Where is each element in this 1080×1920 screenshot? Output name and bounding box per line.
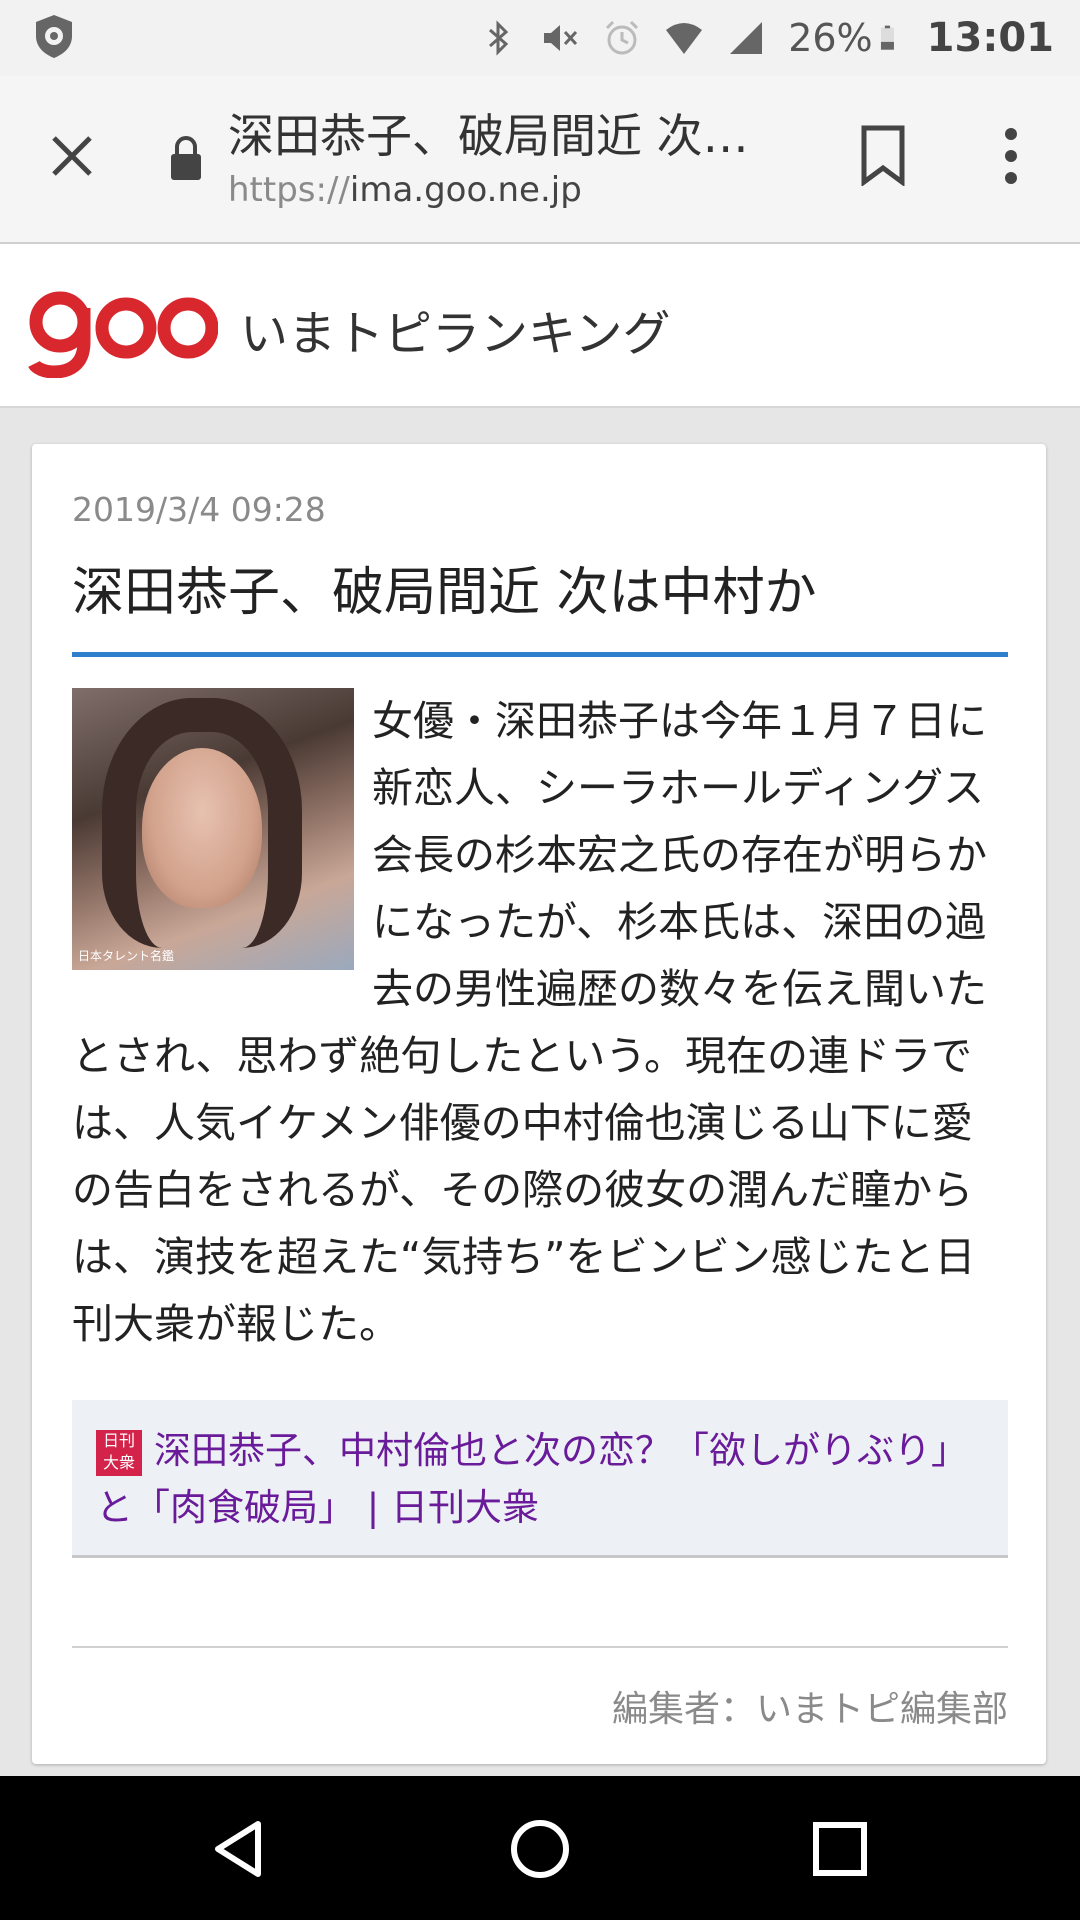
alarm-icon [606, 20, 639, 55]
signal-icon [730, 22, 763, 54]
lock-icon [171, 136, 201, 180]
site-header: いまトピランキング [0, 244, 1080, 408]
browser-toolbar: 深田恭子、破局間近 次… https://ima.goo.ne.jp [0, 76, 1080, 244]
site-title: いまトピランキング [240, 306, 671, 362]
close-icon[interactable] [44, 128, 100, 184]
article-body: 日本タレント名鑑 女優・深田恭子は今年１月７日に新恋人、シーラホールディングス会… [72, 688, 1008, 1358]
status-bar: 26% 13:01 [0, 0, 1080, 76]
goo-logo[interactable] [28, 280, 218, 378]
battery-percent: 26% [788, 16, 873, 60]
mute-icon [544, 25, 578, 51]
footer-divider [72, 1646, 1008, 1648]
home-icon[interactable] [505, 1814, 575, 1884]
url-text[interactable]: https://ima.goo.ne.jp [228, 170, 582, 210]
page-title[interactable]: 深田恭子、破局間近 次… [228, 100, 788, 166]
related-link[interactable]: 深田恭子、中村倫也と次の恋？「欲しがりぶり」と「肉食破局」 | 日刊大衆 [96, 1422, 986, 1536]
battery-icon [880, 25, 894, 50]
back-icon[interactable] [206, 1814, 276, 1884]
bookmark-icon[interactable] [858, 124, 908, 186]
article-date: 2019/3/4 09:28 [72, 490, 326, 529]
bluetooth-icon [489, 20, 509, 56]
related-link-box[interactable]: 日刊大衆 深田恭子、中村倫也と次の恋？「欲しがりぶり」と「肉食破局」 | 日刊大… [72, 1400, 1008, 1558]
headline-divider [72, 652, 1008, 657]
article-card: 2019/3/4 09:28 深田恭子、破局間近 次は中村か 日本タレント名鑑 … [32, 444, 1046, 1764]
article-headline: 深田恭子、破局間近 次は中村か [72, 563, 817, 623]
photo-caption: 日本タレント名鑑 [78, 949, 175, 963]
clock: 13:01 [926, 15, 1054, 61]
more-menu-icon[interactable] [998, 126, 1024, 186]
editor-credit: 編集者：いまトピ編集部 [611, 1689, 1008, 1730]
article-photo: 日本タレント名鑑 [72, 688, 354, 970]
wifi-icon [666, 23, 703, 54]
photo-face [142, 748, 262, 908]
system-nav-bar [0, 1776, 1080, 1920]
recents-icon[interactable] [805, 1814, 875, 1884]
url-scheme: https:// [228, 170, 350, 210]
url-host: ima.goo.ne.jp [349, 170, 582, 210]
shield-icon [36, 15, 72, 58]
